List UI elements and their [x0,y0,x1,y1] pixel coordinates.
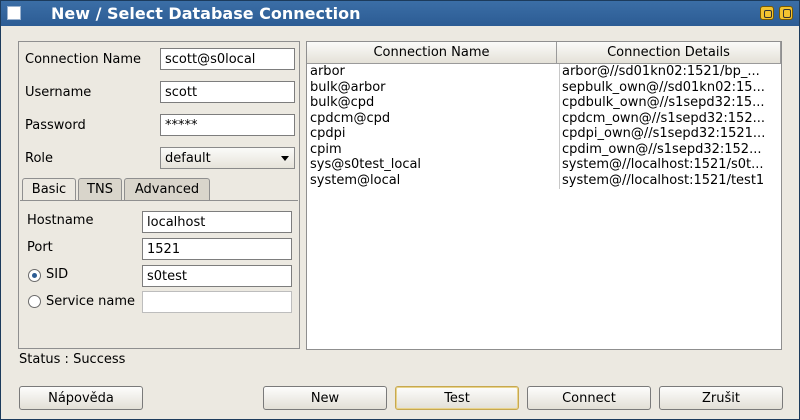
table-row[interactable]: arbor arbor@//sd01kn02:1521/bp_... [307,64,781,80]
connection-details-cell[interactable]: cpdcm_own@//s1sepd32:152... [559,110,781,127]
cancel-button[interactable]: Zrušit [659,386,783,410]
port-label: Port [27,240,53,255]
table-row[interactable]: bulk@cpd cpdbulk_own@//s1sepd32:15... [307,95,781,111]
connection-name-cell[interactable]: bulk@cpd [310,95,554,111]
hostname-field[interactable]: localhost [142,211,292,233]
table-row[interactable]: cpdpi cpdpi_own@//s1sepd32:1521... [307,126,781,142]
username-label: Username [25,85,92,100]
connections-table[interactable]: Connection Name Connection Details arbor… [306,41,782,350]
service-name-field[interactable] [142,291,292,313]
role-select[interactable]: default [160,147,295,169]
connection-details-cell[interactable]: system@//localhost:1521/test1 [559,172,781,189]
table-row[interactable]: system@local system@//localhost:1521/test… [307,172,781,189]
connection-details-cell[interactable]: sepbulk_own@//sd01kn02:15... [559,79,781,96]
minimize-button[interactable] [760,6,774,20]
password-label: Password [25,118,86,133]
new-button[interactable]: New [263,386,387,410]
username-field[interactable]: scott [160,81,295,103]
column-header-connection-name[interactable]: Connection Name [307,42,557,64]
connection-details-cell[interactable]: cpdbulk_own@//s1sepd32:15... [559,95,781,111]
connection-details-cell[interactable]: cpdim_own@//s1sepd32:152... [559,141,781,158]
tab-tns[interactable]: TNS [78,178,122,200]
role-label: Role [25,151,54,166]
title-bar[interactable]: New / Select Database Connection [1,1,799,26]
sid-radio[interactable] [28,269,41,282]
connection-name-cell[interactable]: cpdpi [310,126,554,142]
status-text: Status : Success [19,352,126,367]
connection-details-cell[interactable]: cpdpi_own@//s1sepd32:1521... [559,126,781,142]
window-menu-icon[interactable] [7,6,21,20]
port-field[interactable]: 1521 [142,238,292,260]
connection-details-cell[interactable]: arbor@//sd01kn02:1521/bp_... [559,64,781,80]
connection-name-cell[interactable]: bulk@arbor [310,80,554,96]
connection-name-cell[interactable]: cpim [310,142,554,158]
table-row[interactable]: cpdcm@cpd cpdcm_own@//s1sepd32:152... [307,110,781,127]
help-button[interactable]: Nápověda [19,386,143,410]
connect-button[interactable]: Connect [527,386,651,410]
maximize-button[interactable] [779,6,793,20]
dialog-window: New / Select Database Connection Connect… [0,0,800,420]
window-title: New / Select Database Connection [51,4,361,23]
role-select-value: default [165,151,211,166]
tab-basic[interactable]: Basic [22,178,76,201]
sid-label[interactable]: SID [46,267,68,282]
connection-name-cell[interactable]: system@local [310,173,554,189]
table-row[interactable]: sys@s0test_local system@//localhost:1521/… [307,157,781,173]
table-row[interactable]: cpim cpdim_own@//s1sepd32:152... [307,141,781,158]
table-row[interactable]: bulk@arbor sepbulk_own@//sd01kn02:15... [307,79,781,96]
connection-name-cell[interactable]: sys@s0test_local [310,157,554,173]
tab-advanced[interactable]: Advanced [124,178,210,200]
column-header-connection-details[interactable]: Connection Details [557,42,781,64]
sid-field[interactable]: s0test [142,265,292,287]
connection-name-cell[interactable]: cpdcm@cpd [310,111,554,127]
test-button[interactable]: Test [395,386,519,410]
service-name-label[interactable]: Service name [46,294,135,309]
connection-details-cell[interactable]: system@//localhost:1521/s0t... [559,157,781,173]
connection-name-field[interactable]: scott@s0local [160,48,295,70]
service-name-radio[interactable] [28,295,41,308]
password-field[interactable]: ***** [160,114,295,136]
connection-name-cell[interactable]: arbor [310,64,554,80]
hostname-label: Hostname [27,213,94,228]
connection-name-label: Connection Name [25,52,142,67]
chevron-down-icon [281,156,289,161]
